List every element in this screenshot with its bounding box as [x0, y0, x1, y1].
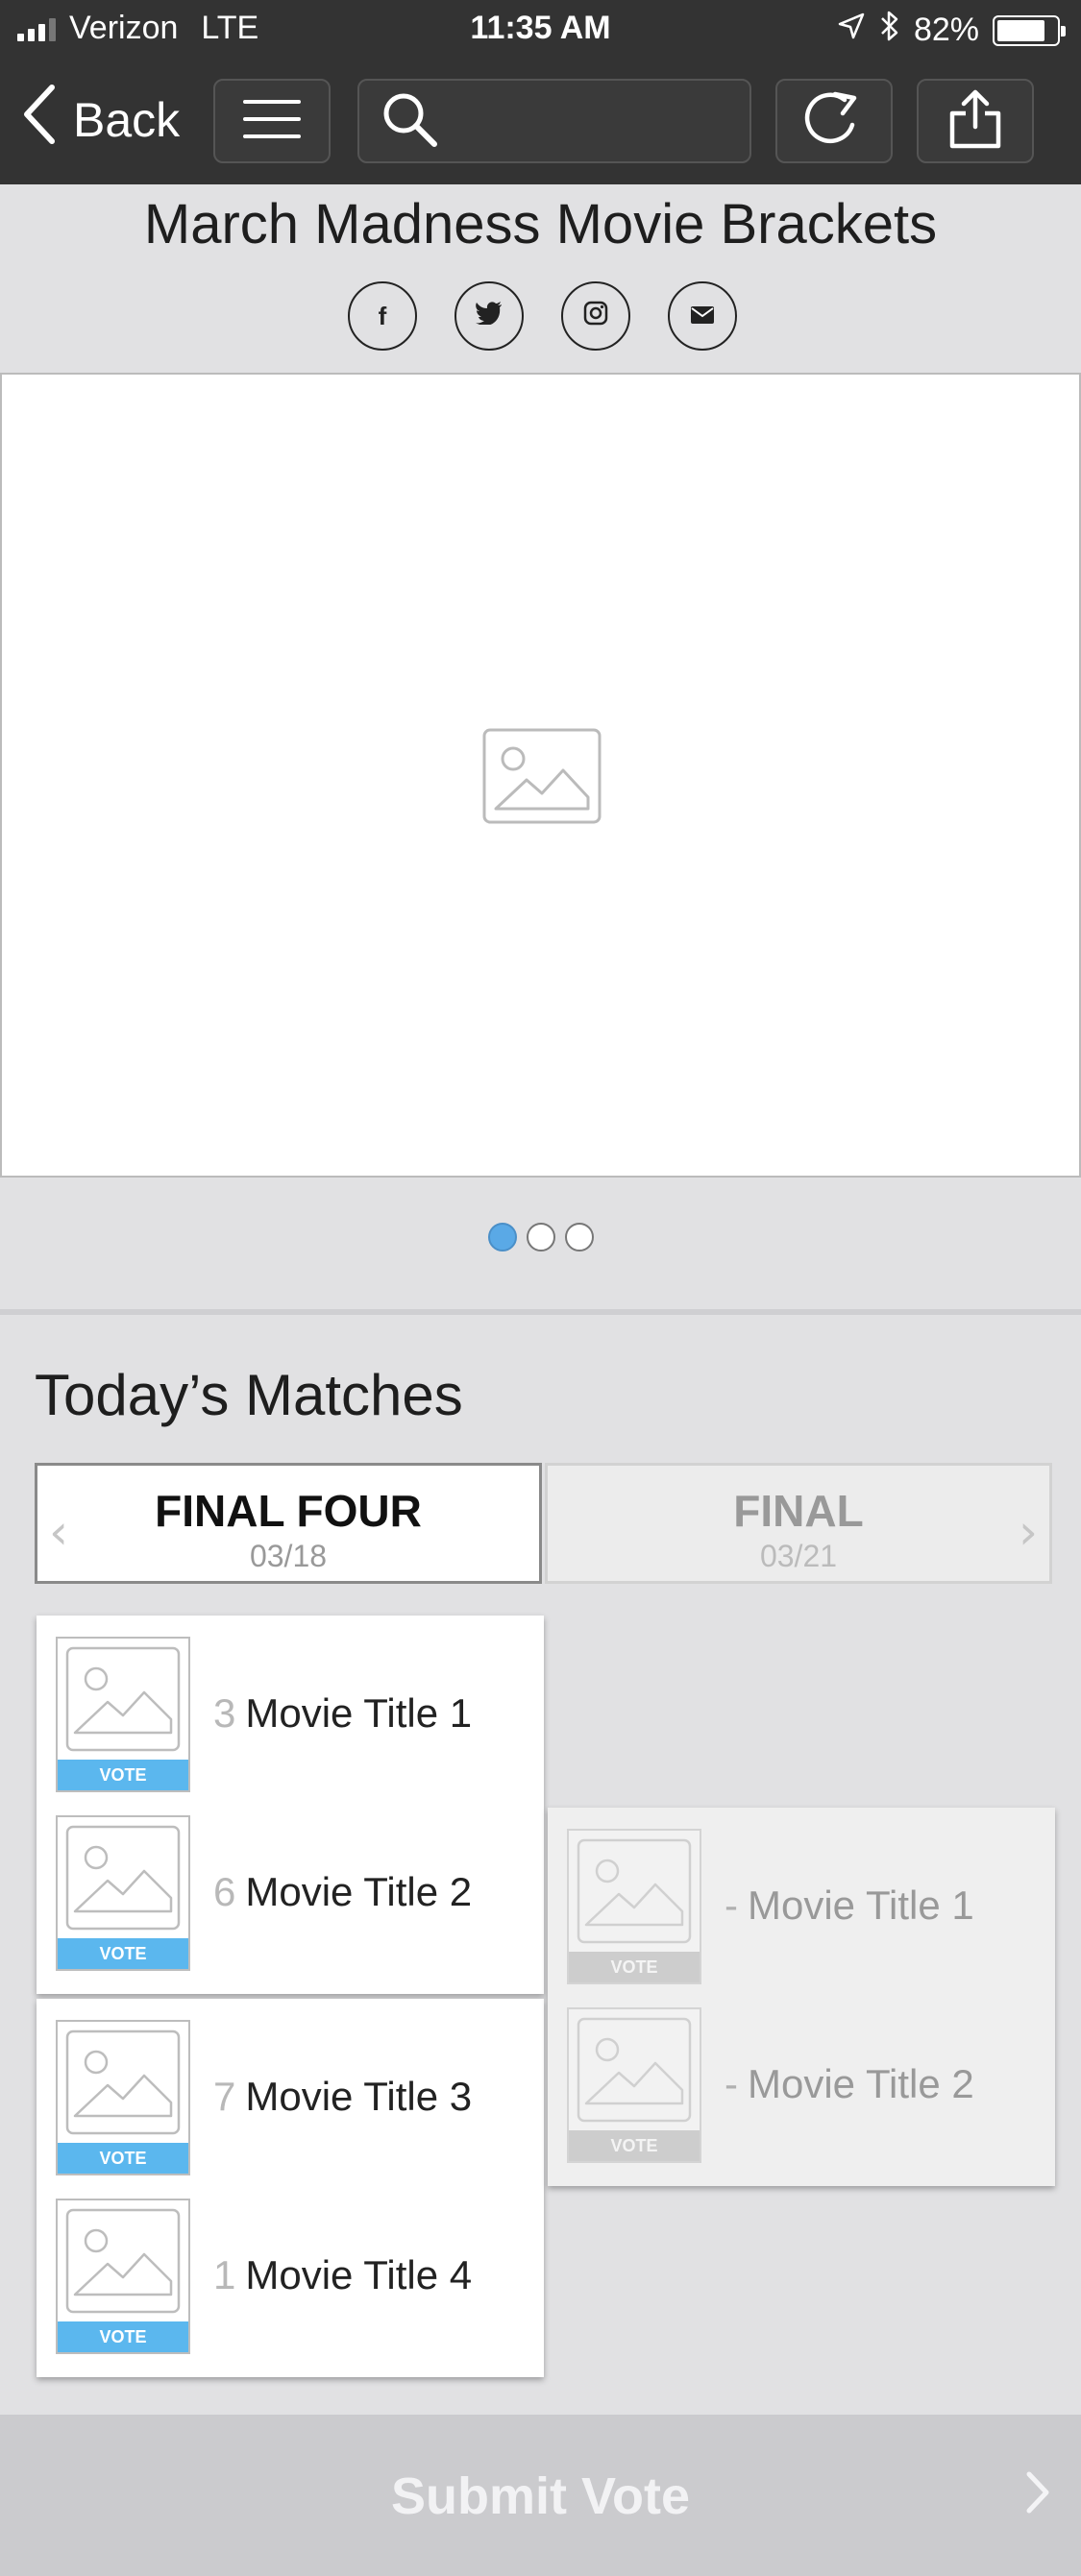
back-button[interactable]: Back — [21, 84, 181, 157]
seed-number: - — [725, 1883, 738, 1928]
bracket-entry: VOTE - Movie Title 2 — [567, 2007, 1038, 2163]
vote-button[interactable]: VOTE — [58, 1760, 188, 1790]
movie-title-text: Movie Title 3 — [245, 2074, 473, 2119]
image-placeholder-icon — [65, 1646, 181, 1757]
image-placeholder-icon — [65, 2208, 181, 2319]
bracket-entry: VOTE - Movie Title 1 — [567, 1829, 1038, 1984]
page-title: March Madness Movie Brackets — [143, 193, 938, 255]
chevron-right-icon[interactable]: › — [1019, 1504, 1038, 1560]
movie-poster: VOTE — [56, 2020, 190, 2175]
movie-title: 3 Movie Title 1 — [213, 1690, 472, 1737]
facebook-button[interactable]: f — [348, 281, 417, 351]
menu-button[interactable] — [213, 79, 331, 163]
carousel-pagination — [0, 1223, 1081, 1252]
status-bar: Verizon LTE 11:35 AM 82% — [0, 0, 1081, 60]
seed-number: 3 — [213, 1690, 236, 1736]
tab-final-four[interactable]: ‹ FINAL FOUR 03/18 — [35, 1463, 542, 1584]
round-name: FINAL — [733, 1486, 864, 1536]
movie-poster: VOTE — [56, 1637, 190, 1792]
facebook-icon: f — [378, 301, 387, 330]
round-date: 03/18 — [249, 1539, 328, 1573]
final-match-card: VOTE - Movie Title 1 VOTE - Movie Title 2 — [548, 1808, 1055, 2186]
image-carousel[interactable] — [0, 373, 1081, 1178]
vote-button[interactable]: VOTE — [58, 1938, 188, 1969]
movie-poster: VOTE — [567, 2007, 701, 2163]
refresh-button[interactable] — [775, 79, 893, 163]
instagram-button[interactable] — [561, 281, 630, 351]
vote-button[interactable]: VOTE — [58, 2321, 188, 2352]
movie-title-text: Movie Title 4 — [245, 2252, 473, 2297]
submit-vote-button[interactable]: Submit Vote — [0, 2415, 1081, 2576]
battery-percent: 82% — [913, 12, 979, 48]
section-divider — [0, 1309, 1081, 1315]
movie-title-text: Movie Title 1 — [748, 1883, 974, 1928]
movie-poster: VOTE — [56, 1815, 190, 1971]
movie-title: - Movie Title 1 — [725, 1883, 974, 1929]
chevron-right-icon — [1023, 2468, 1052, 2521]
image-placeholder-icon — [577, 2017, 692, 2127]
image-placeholder-icon — [65, 1825, 181, 1935]
bracket-entry: VOTE 6 Movie Title 2 — [56, 1815, 527, 1971]
movie-title-text: Movie Title 2 — [245, 1869, 473, 1914]
share-icon — [946, 88, 1004, 155]
tab-final[interactable]: › FINAL 03/21 — [545, 1463, 1052, 1584]
round-name: FINAL FOUR — [155, 1486, 422, 1536]
seed-number: 1 — [213, 2252, 236, 2297]
movie-title: - Movie Title 2 — [725, 2061, 974, 2107]
movie-title: 6 Movie Title 2 — [213, 1869, 472, 1915]
bluetooth-icon — [879, 10, 900, 51]
twitter-button[interactable] — [455, 281, 524, 351]
share-button[interactable] — [917, 79, 1034, 163]
movie-title-text: Movie Title 2 — [748, 2061, 974, 2106]
location-arrow-icon — [837, 12, 866, 49]
chevron-left-icon — [21, 84, 60, 157]
refresh-icon — [800, 88, 868, 155]
movie-title: 1 Movie Title 4 — [213, 2252, 472, 2298]
match-card: VOTE 7 Movie Title 3 VOTE 1 Movie Title 4 — [37, 1999, 544, 2377]
vote-button: VOTE — [569, 2130, 700, 2161]
submit-vote-label: Submit Vote — [390, 2467, 690, 2525]
vote-button: VOTE — [569, 1952, 700, 1982]
status-right: 82% — [837, 10, 1066, 51]
section-title: Today’s Matches — [35, 1363, 463, 1427]
seed-number: 6 — [213, 1869, 236, 1914]
email-button[interactable] — [668, 281, 737, 351]
twitter-icon — [476, 301, 503, 331]
battery-icon — [993, 14, 1066, 46]
movie-title-text: Movie Title 1 — [245, 1690, 473, 1736]
movie-poster: VOTE — [567, 1829, 701, 1984]
search-icon — [381, 90, 438, 153]
carousel-dot[interactable] — [487, 1223, 517, 1252]
image-placeholder-icon — [482, 728, 602, 829]
chevron-left-icon[interactable]: ‹ — [49, 1504, 68, 1560]
round-date: 03/21 — [759, 1539, 838, 1573]
bracket-entry: VOTE 7 Movie Title 3 — [56, 2020, 527, 2175]
seed-number: - — [725, 2061, 738, 2106]
battery-fill — [997, 19, 1045, 41]
carousel-dot[interactable] — [564, 1223, 594, 1252]
email-icon — [690, 302, 715, 331]
bracket-entry: VOTE 3 Movie Title 1 — [56, 1637, 527, 1792]
image-placeholder-icon — [577, 1838, 692, 1949]
image-placeholder-icon — [65, 2029, 181, 2140]
carousel-dot[interactable] — [526, 1223, 555, 1252]
vote-button[interactable]: VOTE — [58, 2143, 188, 2174]
back-label: Back — [73, 93, 181, 147]
seed-number: 7 — [213, 2074, 236, 2119]
bracket-entry: VOTE 1 Movie Title 4 — [56, 2199, 527, 2354]
browser-toolbar: Back — [0, 60, 1081, 184]
movie-title: 7 Movie Title 3 — [213, 2074, 472, 2120]
match-card: VOTE 3 Movie Title 1 VOTE 6 Movie Title 2 — [37, 1616, 544, 1994]
search-field[interactable] — [357, 79, 751, 163]
movie-poster: VOTE — [56, 2199, 190, 2354]
hamburger-menu-icon — [243, 98, 301, 145]
instagram-icon — [583, 301, 608, 332]
